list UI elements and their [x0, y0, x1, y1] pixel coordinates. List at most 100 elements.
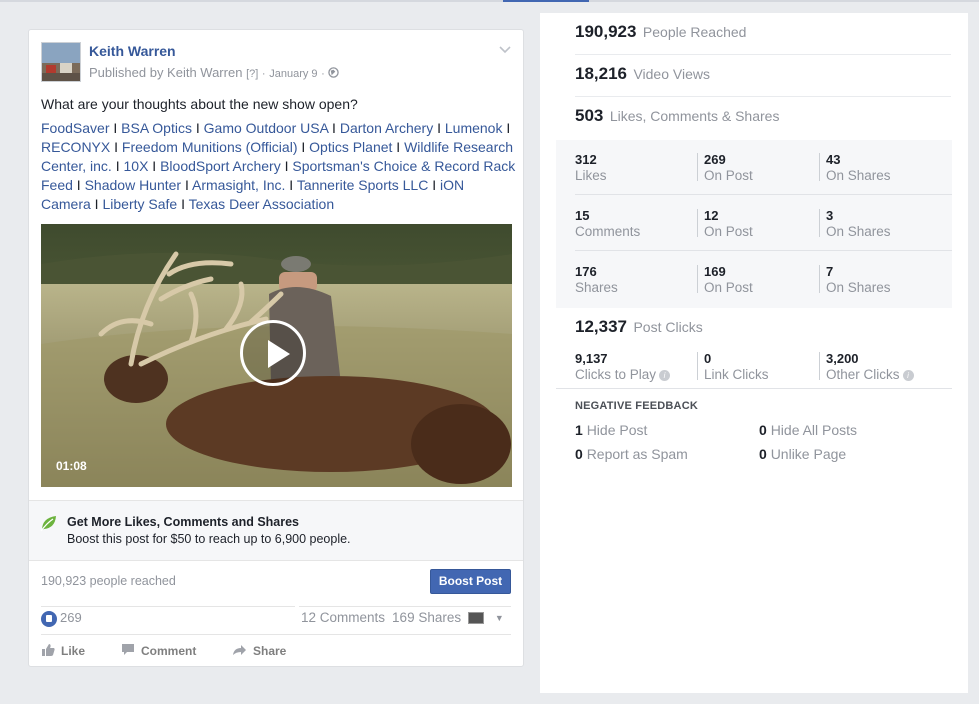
divider: [41, 634, 511, 635]
engagement-row: 503 Likes, Comments & Shares: [575, 106, 951, 140]
post-actions: Like Comment Share: [41, 643, 511, 661]
cell-value: 7: [826, 264, 834, 279]
tagged-page-link[interactable]: Liberty Safe: [102, 196, 177, 212]
tagged-page-link[interactable]: Darton Archery: [340, 120, 433, 136]
cell-value: 312: [575, 152, 597, 167]
tagged-page-link[interactable]: Tannerite Sports LLC: [297, 177, 429, 193]
boost-subtitle: Boost this post for $50 to reach up to 6…: [67, 532, 351, 546]
cell-label: Clicks to Play: [575, 367, 657, 382]
divider: [299, 606, 511, 607]
chevron-down-icon[interactable]: [499, 42, 511, 57]
divider: [819, 153, 820, 181]
post-clicks-row: 12,337 Post Clicks: [575, 317, 951, 347]
cell-label: Link Clicks: [704, 367, 769, 382]
like-button[interactable]: Like: [41, 643, 85, 659]
tag-separator: I: [90, 196, 103, 212]
tag-separator: I: [433, 120, 445, 136]
engagement-counts: 12 Comments 169 Shares ▼: [301, 610, 511, 625]
tag-separator: I: [428, 177, 441, 193]
tagged-page-link[interactable]: FoodSaver: [41, 120, 109, 136]
grid-cell: 312 Likes: [575, 152, 607, 184]
stat-value: 1: [575, 422, 583, 438]
comment-button[interactable]: Comment: [121, 643, 196, 659]
post-author-link[interactable]: Keith Warren: [89, 43, 176, 59]
clicks-to-play-cell: 9,137 Clicks to Play i: [575, 351, 671, 383]
play-button[interactable]: [240, 320, 306, 386]
tagged-pages: FoodSaver I BSA Optics I Gamo Outdoor US…: [41, 119, 517, 214]
grid-cell: 12 On Post: [704, 208, 753, 240]
tagged-page-link[interactable]: Lumenok: [445, 120, 503, 136]
post-clicks-label: Post Clicks: [633, 319, 703, 335]
cell-value: 43: [826, 152, 841, 167]
grid-cell: 15 Comments: [575, 208, 640, 240]
post-date-link[interactable]: January 9: [269, 68, 317, 80]
cell-label: On Shares: [826, 168, 891, 183]
avatar[interactable]: [41, 42, 81, 82]
tagged-page-link[interactable]: Armasight, Inc.: [192, 177, 285, 193]
tagged-page-link[interactable]: Optics Planet: [309, 139, 392, 155]
reaction-count[interactable]: 269: [41, 610, 82, 627]
cell-value: 9,137: [575, 351, 608, 366]
cell-label: Shares: [575, 280, 618, 295]
grid-cell: 3 On Shares: [826, 208, 891, 240]
video-views-label: Video Views: [633, 66, 710, 82]
tagged-page-link[interactable]: Texas Deer Association: [189, 196, 335, 212]
tagged-page-link[interactable]: BSA Optics: [121, 120, 192, 136]
tagged-page-link[interactable]: BloodSport Archery: [160, 158, 281, 174]
comment-label: Comment: [141, 644, 197, 658]
post-insights-panel: 190,923 People Reached 18,216 Video View…: [540, 13, 968, 693]
cell-label: Comments: [575, 224, 641, 239]
share-icon: [232, 643, 247, 659]
tag-separator: I: [109, 120, 122, 136]
comments-count-link[interactable]: 12 Comments: [301, 610, 385, 625]
boost-post-button[interactable]: Boost Post: [430, 569, 511, 594]
page-avatar-icon[interactable]: [468, 612, 485, 625]
tag-separator: I: [297, 139, 310, 155]
stat-value: 0: [759, 422, 767, 438]
video-duration: 01:08: [56, 459, 87, 473]
cell-value: 169: [704, 264, 726, 279]
cell-value: 12: [704, 208, 719, 223]
top-border: [0, 0, 979, 2]
divider: [819, 265, 820, 293]
cell-label: On Shares: [826, 280, 891, 295]
post-clicks-value: 12,337: [575, 317, 627, 336]
tag-separator: I: [191, 120, 204, 136]
cell-value: 15: [575, 208, 590, 223]
post-card: Keith Warren Published by Keith Warren […: [28, 29, 524, 667]
divider: [556, 388, 952, 389]
video-player[interactable]: 01:08: [41, 224, 512, 487]
caret-down-icon[interactable]: ▼: [495, 613, 504, 623]
tagged-page-link[interactable]: Gamo Outdoor USA: [204, 120, 329, 136]
hide-all-posts-stat: 0 Hide All Posts: [759, 422, 857, 438]
post-header: Keith Warren Published by Keith Warren […: [41, 42, 511, 84]
cell-label: On Post: [704, 224, 753, 239]
cell-label: On Post: [704, 280, 753, 295]
engagement-label: Likes, Comments & Shares: [609, 108, 780, 124]
published-by: Published by Keith Warren: [89, 65, 243, 80]
divider: [819, 352, 820, 380]
info-icon[interactable]: i: [659, 369, 671, 381]
tag-separator: I: [177, 196, 189, 212]
tag-separator: I: [111, 158, 124, 174]
negative-feedback-title: NEGATIVE FEEDBACK: [575, 400, 698, 412]
tagged-page-link[interactable]: 10X: [124, 158, 149, 174]
engagement-value: 503: [575, 106, 604, 125]
divider: [697, 265, 698, 293]
share-button[interactable]: Share: [232, 643, 286, 659]
divider: [575, 250, 952, 251]
tagged-page-link[interactable]: RECONYX: [41, 139, 110, 155]
link-clicks-cell: 0 Link Clicks: [704, 351, 769, 383]
info-icon[interactable]: i: [902, 369, 914, 381]
help-link[interactable]: [?]: [246, 68, 258, 80]
globe-icon: [328, 65, 340, 80]
tagged-page-link[interactable]: Freedom Munitions (Official): [122, 139, 298, 155]
grid-cell: 269 On Post: [704, 152, 753, 184]
video-views-row: 18,216 Video Views: [575, 64, 951, 97]
cell-value: 3,200: [826, 351, 859, 366]
tagged-page-link[interactable]: Shadow Hunter: [85, 177, 182, 193]
cell-label: Likes: [575, 168, 607, 183]
shares-count-link[interactable]: 169 Shares: [392, 610, 461, 625]
divider: [819, 209, 820, 237]
people-reached-value: 190,923: [575, 22, 637, 41]
